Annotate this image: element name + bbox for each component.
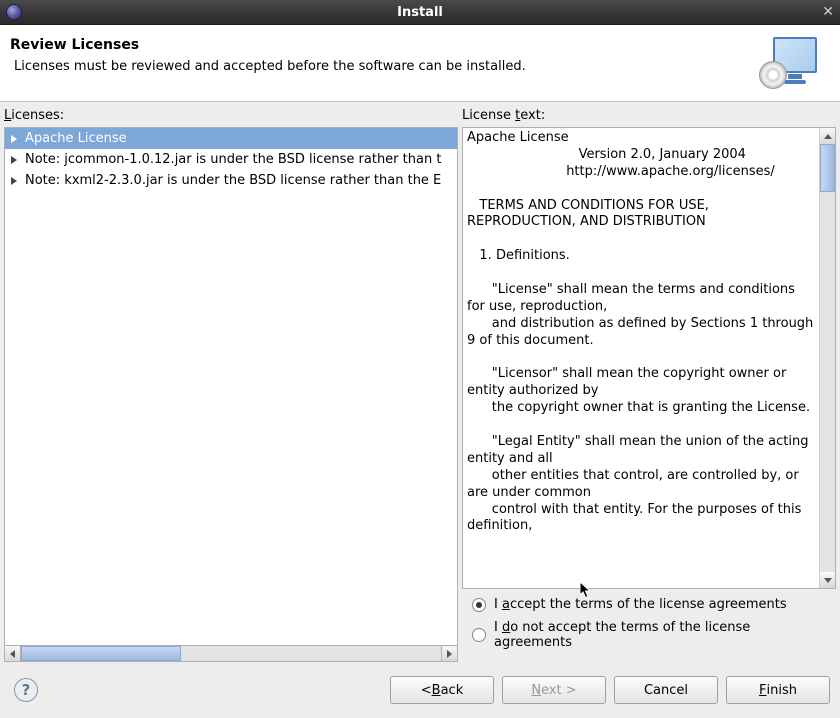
content-area: Licenses: Apache License Note: jcommon-1… bbox=[0, 102, 840, 666]
scroll-right-icon[interactable] bbox=[441, 646, 457, 661]
radio-icon bbox=[472, 598, 486, 612]
scrollbar-thumb[interactable] bbox=[820, 144, 835, 192]
wizard-header: Review Licenses Licenses must be reviewe… bbox=[0, 25, 840, 102]
radio-label: I do not accept the terms of the license… bbox=[494, 620, 832, 650]
scroll-up-icon[interactable] bbox=[820, 128, 835, 144]
horizontal-scrollbar[interactable] bbox=[4, 646, 458, 662]
chevron-right-icon bbox=[11, 156, 17, 164]
page-subtitle: Licenses must be reviewed and accepted b… bbox=[14, 59, 763, 74]
license-accept-group: I accept the terms of the license agreem… bbox=[462, 589, 836, 662]
finish-button[interactable]: Finish bbox=[726, 676, 830, 704]
radio-label: I accept the terms of the license agreem… bbox=[494, 597, 787, 612]
list-item-label: Apache License bbox=[25, 131, 127, 146]
license-text-label: License text: bbox=[462, 104, 836, 127]
scrollbar-thumb[interactable] bbox=[21, 646, 181, 661]
chevron-right-icon bbox=[11, 177, 17, 185]
license-list[interactable]: Apache License Note: jcommon-1.0.12.jar … bbox=[4, 127, 458, 646]
close-icon[interactable]: ✕ bbox=[822, 4, 834, 20]
chevron-right-icon bbox=[11, 135, 17, 143]
window-title: Install bbox=[397, 5, 443, 20]
license-text-panel: License text: Apache License Version 2.0… bbox=[462, 104, 836, 662]
vertical-scrollbar[interactable] bbox=[819, 128, 835, 588]
scroll-down-icon[interactable] bbox=[820, 572, 835, 588]
page-title: Review Licenses bbox=[10, 37, 763, 53]
licenses-panel: Licenses: Apache License Note: jcommon-1… bbox=[4, 104, 458, 662]
button-bar: ? < Back Next > Cancel Finish bbox=[0, 666, 840, 718]
help-button[interactable]: ? bbox=[14, 678, 38, 702]
list-item-label: Note: kxml2-2.3.0.jar is under the BSD l… bbox=[25, 173, 441, 188]
license-text-content[interactable]: Apache License Version 2.0, January 2004… bbox=[463, 128, 819, 588]
cancel-button[interactable]: Cancel bbox=[614, 676, 718, 704]
radio-icon bbox=[472, 628, 486, 642]
scrollbar-track[interactable] bbox=[21, 646, 441, 661]
list-item[interactable]: Note: jcommon-1.0.12.jar is under the BS… bbox=[5, 149, 457, 170]
titlebar: Install ✕ bbox=[0, 0, 840, 25]
reject-radio[interactable]: I do not accept the terms of the license… bbox=[472, 620, 832, 650]
install-icon bbox=[763, 37, 817, 87]
scroll-left-icon[interactable] bbox=[5, 646, 21, 661]
licenses-label: Licenses: bbox=[4, 104, 458, 127]
accept-radio[interactable]: I accept the terms of the license agreem… bbox=[472, 597, 832, 612]
license-text-container: Apache License Version 2.0, January 2004… bbox=[462, 127, 836, 589]
list-item-label: Note: jcommon-1.0.12.jar is under the BS… bbox=[25, 152, 441, 167]
list-item[interactable]: Note: kxml2-2.3.0.jar is under the BSD l… bbox=[5, 170, 457, 191]
app-icon bbox=[6, 4, 22, 20]
next-button: Next > bbox=[502, 676, 606, 704]
back-button[interactable]: < Back bbox=[390, 676, 494, 704]
scrollbar-track[interactable] bbox=[820, 144, 835, 572]
list-item[interactable]: Apache License bbox=[5, 128, 457, 149]
